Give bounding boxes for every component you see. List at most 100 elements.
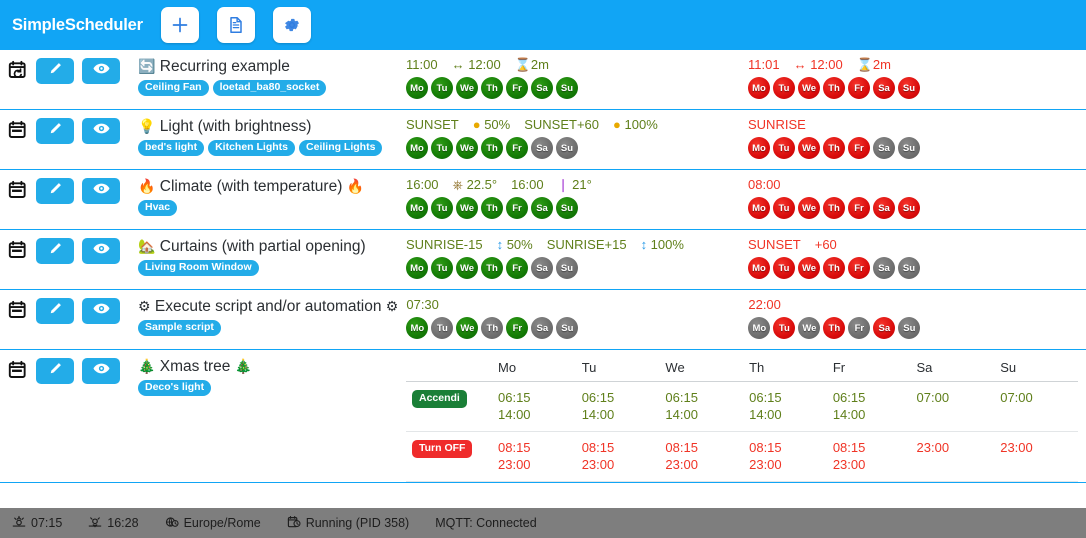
view-button[interactable] (82, 178, 120, 204)
day-chip-tu[interactable]: Tu (773, 317, 796, 339)
day-chip-fr[interactable]: Fr (506, 197, 528, 219)
day-chip-fr[interactable]: Fr (848, 317, 871, 339)
day-chip-tu[interactable]: Tu (431, 77, 453, 99)
day-chip-tu[interactable]: Tu (773, 77, 795, 99)
day-chip-fr[interactable]: Fr (848, 137, 870, 159)
day-chip-th[interactable]: Th (823, 137, 845, 159)
view-button[interactable] (82, 298, 120, 324)
pencil-icon (48, 241, 63, 261)
day-chip-su[interactable]: Su (898, 137, 920, 159)
day-chip-su[interactable]: Su (898, 257, 920, 279)
day-chip-su[interactable]: Su (898, 197, 920, 219)
day-chip-th[interactable]: Th (481, 317, 504, 339)
day-chip-fr[interactable]: Fr (506, 257, 528, 279)
view-button[interactable] (82, 358, 120, 384)
edit-button[interactable] (36, 178, 74, 204)
edit-button[interactable] (36, 238, 74, 264)
day-chip-tu[interactable]: Tu (431, 197, 453, 219)
day-chip-sa[interactable]: Sa (531, 317, 554, 339)
day-chip-sa[interactable]: Sa (531, 197, 553, 219)
edit-button[interactable] (36, 358, 74, 384)
day-chip-we[interactable]: We (798, 257, 820, 279)
day-chip-fr[interactable]: Fr (506, 137, 528, 159)
day-chip-fr[interactable]: Fr (848, 257, 870, 279)
edit-button[interactable] (36, 58, 74, 84)
day-chip-th[interactable]: Th (481, 137, 503, 159)
entity-badge[interactable]: Ceiling Lights (299, 140, 383, 156)
day-chip-su[interactable]: Su (556, 197, 578, 219)
entity-badge[interactable]: bed's light (138, 140, 205, 156)
view-button[interactable] (82, 58, 120, 84)
calendar-icon (8, 180, 27, 204)
day-chip-mo[interactable]: Mo (406, 257, 428, 279)
day-chip-th[interactable]: Th (481, 197, 503, 219)
add-button[interactable] (160, 7, 199, 43)
day-chip-th[interactable]: Th (823, 77, 845, 99)
day-chip-mo[interactable]: Mo (406, 197, 428, 219)
day-chip-we[interactable]: We (456, 317, 479, 339)
day-chip-we[interactable]: We (798, 197, 820, 219)
day-chip-th[interactable]: Th (823, 257, 845, 279)
day-chip-mo[interactable]: Mo (748, 137, 770, 159)
entity-badge[interactable]: Kitchen Lights (208, 140, 296, 156)
day-chip-sa[interactable]: Sa (873, 137, 895, 159)
day-chip-sa[interactable]: Sa (531, 257, 553, 279)
schedule-token: 16:00 (406, 177, 439, 192)
day-chip-sa[interactable]: Sa (873, 317, 896, 339)
day-chip-we[interactable]: We (456, 137, 478, 159)
day-chip-sa[interactable]: Sa (531, 77, 553, 99)
day-chip-th[interactable]: Th (823, 317, 846, 339)
entity-badge[interactable]: Living Room Window (138, 260, 259, 276)
day-chip-sa[interactable]: Sa (873, 77, 895, 99)
day-chip-tu[interactable]: Tu (431, 137, 453, 159)
view-button[interactable] (82, 118, 120, 144)
day-chip-mo[interactable]: Mo (406, 317, 429, 339)
day-chip-fr[interactable]: Fr (848, 77, 870, 99)
document-button[interactable] (216, 7, 255, 43)
view-button[interactable] (82, 238, 120, 264)
day-chip-th[interactable]: Th (823, 197, 845, 219)
day-chip-mo[interactable]: Mo (748, 257, 770, 279)
day-chip-we[interactable]: We (456, 257, 478, 279)
day-chip-we[interactable]: We (456, 197, 478, 219)
day-chip-fr[interactable]: Fr (506, 77, 528, 99)
day-chip-su[interactable]: Su (898, 77, 920, 99)
day-chip-su[interactable]: Su (898, 317, 921, 339)
edit-button[interactable] (36, 118, 74, 144)
day-chip-th[interactable]: Th (481, 77, 503, 99)
day-chip-tu[interactable]: Tu (773, 197, 795, 219)
day-chip-su[interactable]: Su (556, 257, 578, 279)
action-badge[interactable]: Turn OFF (412, 440, 473, 458)
day-chip-we[interactable]: We (798, 137, 820, 159)
settings-button[interactable] (272, 7, 311, 43)
day-chip-sa[interactable]: Sa (531, 137, 553, 159)
day-chip-fr[interactable]: Fr (506, 317, 529, 339)
day-chip-we[interactable]: We (456, 77, 478, 99)
day-chip-tu[interactable]: Tu (431, 317, 454, 339)
day-chip-su[interactable]: Su (556, 137, 578, 159)
entity-badge[interactable]: Deco's light (138, 380, 212, 396)
edit-button[interactable] (36, 298, 74, 324)
entity-badge[interactable]: Sample script (138, 320, 221, 336)
day-chip-tu[interactable]: Tu (773, 257, 795, 279)
day-chip-mo[interactable]: Mo (406, 77, 428, 99)
day-chip-tu[interactable]: Tu (431, 257, 453, 279)
day-chip-tu[interactable]: Tu (773, 137, 795, 159)
day-chip-mo[interactable]: Mo (748, 317, 771, 339)
day-chip-mo[interactable]: Mo (748, 77, 770, 99)
day-chip-sa[interactable]: Sa (873, 257, 895, 279)
entity-badge[interactable]: Hvac (138, 200, 178, 216)
day-chip-su[interactable]: Su (556, 317, 579, 339)
day-chip-we[interactable]: We (798, 317, 821, 339)
entity-badge[interactable]: Ceiling Fan (138, 80, 209, 96)
day-chip-mo[interactable]: Mo (748, 197, 770, 219)
entity-badge[interactable]: loetad_ba80_socket (212, 80, 327, 96)
day-chip-sa[interactable]: Sa (873, 197, 895, 219)
day-chip-fr[interactable]: Fr (848, 197, 870, 219)
table-cell-time: 23:00 (665, 457, 698, 472)
day-chip-su[interactable]: Su (556, 77, 578, 99)
day-chip-th[interactable]: Th (481, 257, 503, 279)
day-chip-we[interactable]: We (798, 77, 820, 99)
action-badge[interactable]: Accendi (412, 390, 467, 408)
day-chip-mo[interactable]: Mo (406, 137, 428, 159)
